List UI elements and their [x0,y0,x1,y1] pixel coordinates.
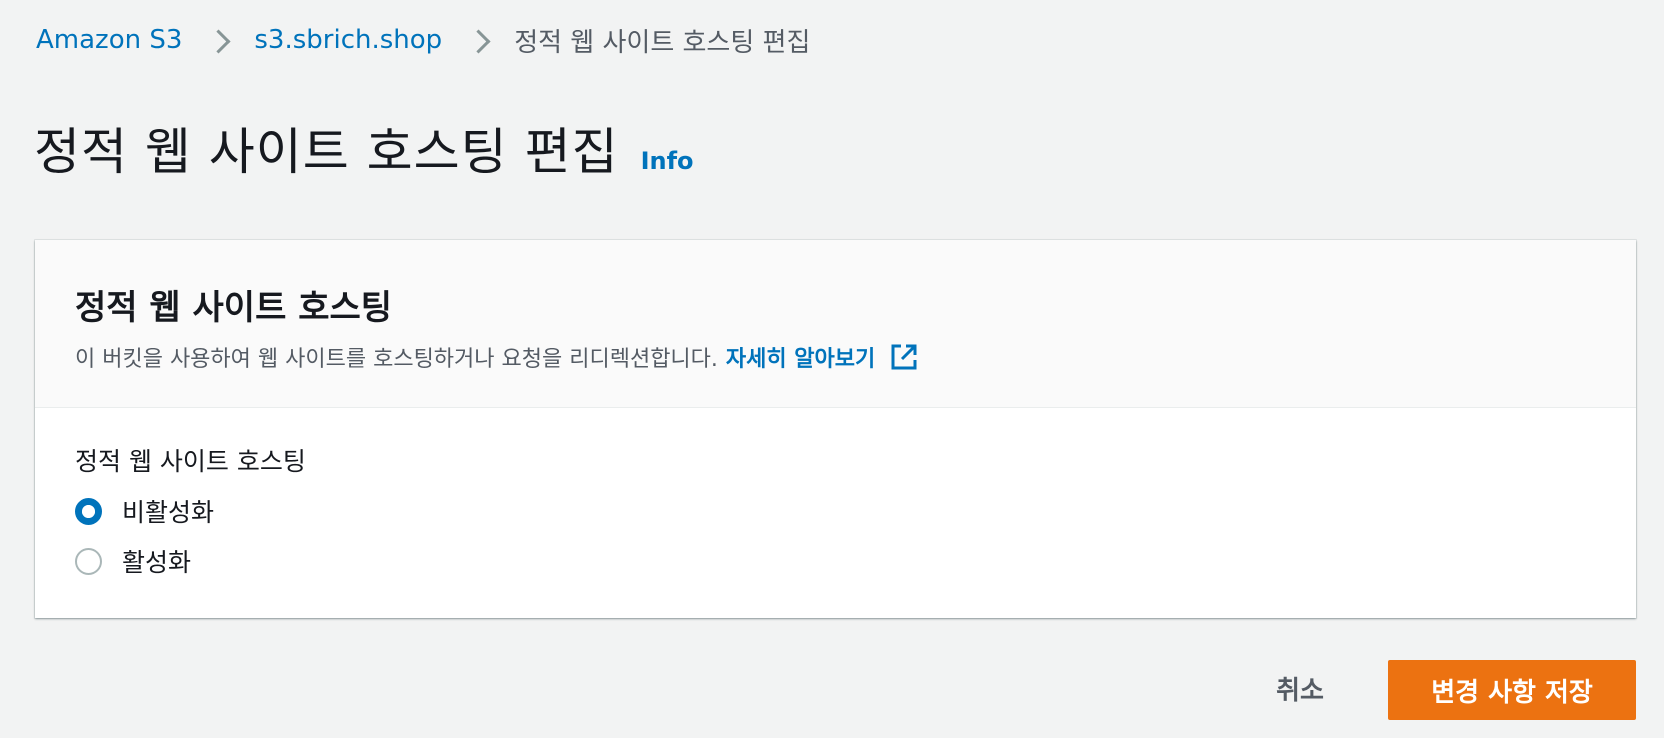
static-hosting-panel: 정적 웹 사이트 호스팅 이 버킷을 사용하여 웹 사이트를 호스팅하거나 요청… [35,240,1636,618]
breadcrumb: Amazon S3 s3.sbrich.shop 정적 웹 사이트 호스팅 편집 [36,22,810,58]
radio-option-enable[interactable]: 활성화 [75,543,1636,579]
breadcrumb-item-bucket[interactable]: s3.sbrich.shop [254,25,442,55]
cancel-button[interactable]: 취소 [1240,660,1360,716]
radio-label-disable[interactable]: 비활성화 [122,493,214,529]
radio-label-enable[interactable]: 활성화 [122,543,191,579]
page-header: 정적 웹 사이트 호스팅 편집 Info [34,112,694,184]
chevron-right-icon [456,22,500,58]
radio-button-checked[interactable] [75,497,102,525]
page-title: 정적 웹 사이트 호스팅 편집 [34,123,619,181]
breadcrumb-item-amazon-s3[interactable]: Amazon S3 [36,25,182,55]
panel-title: 정적 웹 사이트 호스팅 [75,288,393,328]
panel-header: 정적 웹 사이트 호스팅 이 버킷을 사용하여 웹 사이트를 호스팅하거나 요청… [35,240,1636,408]
field-label: 정적 웹 사이트 호스팅 [75,447,306,476]
panel-body: 정적 웹 사이트 호스팅 비활성화 활성화 [35,408,1636,579]
external-link-icon [891,344,917,370]
learn-more-label: 자세히 알아보기 [725,347,876,372]
radio-button-unchecked[interactable] [75,547,102,575]
chevron-right-icon [196,22,240,58]
radio-option-disable[interactable]: 비활성화 [75,493,1636,529]
breadcrumb-item-current: 정적 웹 사이트 호스팅 편집 [514,27,811,58]
save-changes-button[interactable]: 변경 사항 저장 [1388,660,1636,720]
learn-more-link[interactable]: 자세히 알아보기 [726,341,919,373]
panel-description-text: 이 버킷을 사용하여 웹 사이트를 호스팅하거나 요청을 리디렉션합니다. [75,347,718,372]
panel-description: 이 버킷을 사용하여 웹 사이트를 호스팅하거나 요청을 리디렉션합니다. 자세… [75,341,1636,373]
info-link[interactable]: Info [641,147,694,175]
